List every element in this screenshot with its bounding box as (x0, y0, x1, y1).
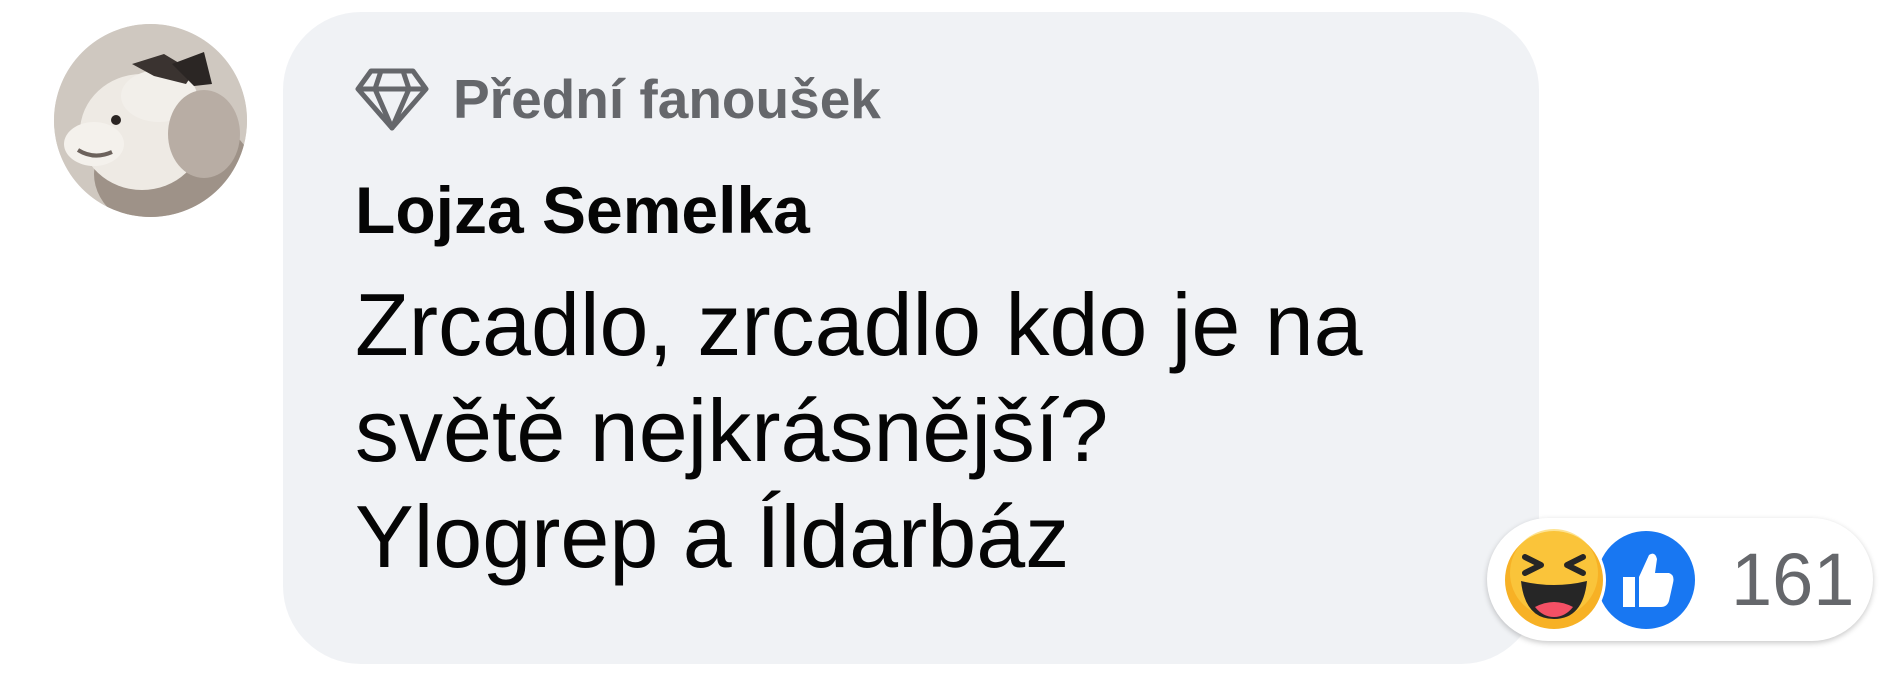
reaction-count: 161 (1731, 538, 1855, 621)
author-avatar[interactable] (54, 24, 247, 217)
badge-label: Přední fanoušek (453, 68, 881, 130)
comment-line: světě nejkrásnější? (355, 381, 1109, 480)
comment-text: Zrcadlo, zrcadlo kdo je na světě nejkrás… (355, 272, 1475, 590)
reactions-summary[interactable]: 161 (1487, 518, 1873, 641)
comment-line: Ylogrep a Íldarbáz (355, 487, 1070, 586)
alpaca-avatar-icon (54, 24, 247, 217)
comment-line: Zrcadlo, zrcadlo kdo je na (355, 275, 1363, 374)
author-name[interactable]: Lojza Semelka (355, 172, 810, 248)
comment-container: Přední fanoušek Lojza Semelka Zrcadlo, z… (0, 0, 1900, 676)
like-reaction-icon (1593, 527, 1699, 633)
haha-reaction-icon (1501, 527, 1607, 633)
comment-bubble: Přední fanoušek Lojza Semelka Zrcadlo, z… (283, 12, 1539, 664)
diamond-icon (355, 68, 429, 131)
top-fan-badge[interactable]: Přední fanoušek (355, 64, 881, 134)
